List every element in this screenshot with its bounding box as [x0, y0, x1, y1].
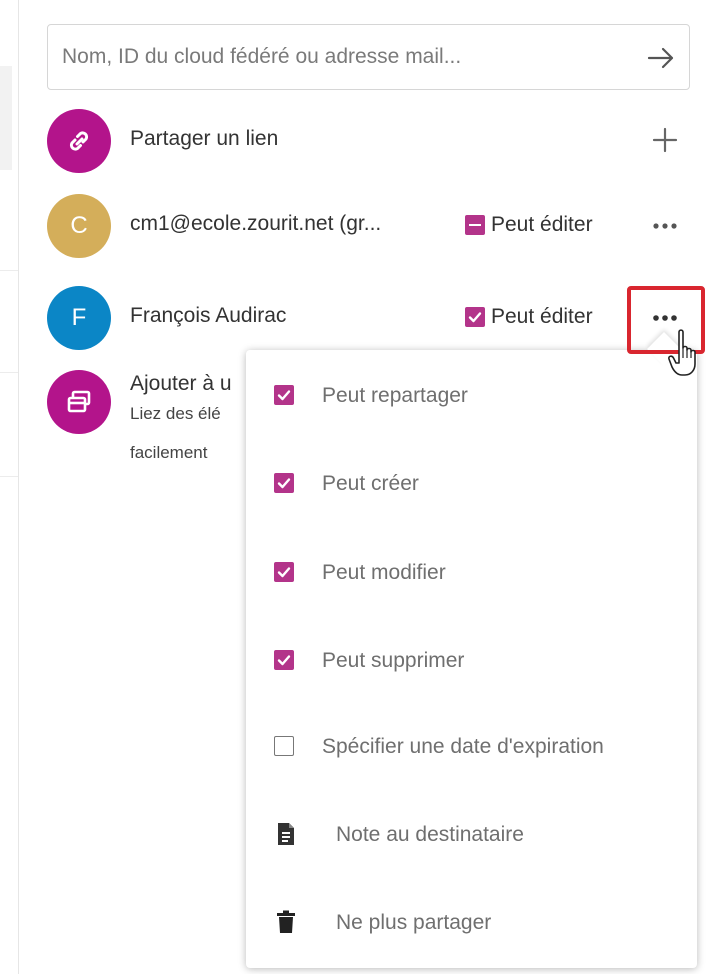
menu-item-can-reshare[interactable]: Peut repartager	[246, 366, 697, 426]
avatar: F	[47, 286, 111, 350]
collection-description: facilement	[130, 443, 208, 462]
permission-label: Peut éditer	[491, 213, 593, 236]
menu-item-label: Peut repartager	[322, 384, 468, 407]
permission-label: Peut éditer	[491, 305, 593, 328]
share-row-user: F François Audirac Peut éditer	[47, 286, 697, 356]
menu-item-unshare[interactable]: Ne plus partager	[246, 893, 697, 953]
avatar	[47, 109, 111, 173]
more-icon[interactable]	[647, 304, 683, 332]
checked-checkbox[interactable]	[274, 385, 294, 405]
avatar-letter: C	[70, 212, 88, 239]
menu-item-label: Note au destinataire	[336, 823, 524, 846]
avatar-letter: F	[71, 304, 87, 331]
trash-icon	[277, 910, 295, 933]
checked-checkbox[interactable]	[274, 473, 294, 493]
more-icon[interactable]	[647, 212, 683, 240]
menu-item-label: Peut modifier	[322, 561, 446, 584]
menu-item-can-create[interactable]: Peut créer	[246, 454, 697, 514]
avatar: C	[47, 194, 111, 258]
checked-checkbox[interactable]	[465, 307, 485, 327]
share-search-box	[47, 24, 690, 90]
share-search-input[interactable]	[62, 25, 622, 89]
arrow-right-icon[interactable]	[645, 42, 677, 74]
left-panel-border	[18, 0, 19, 974]
checked-checkbox[interactable]	[274, 650, 294, 670]
avatar	[47, 370, 111, 434]
can-edit-toggle[interactable]: Peut éditer	[465, 304, 593, 330]
left-panel-selection	[0, 66, 12, 170]
link-icon	[69, 131, 89, 151]
menu-item-label: Peut supprimer	[322, 649, 465, 672]
collection-title: Ajouter à u	[130, 372, 232, 395]
share-recipient-name: François Audirac	[130, 304, 287, 327]
plus-icon[interactable]	[650, 125, 680, 155]
share-recipient-name: cm1@ecole.zourit.net (gr...	[130, 212, 382, 235]
note-icon	[278, 823, 294, 845]
share-link-row[interactable]: Partager un lien	[47, 109, 697, 179]
left-panel-divider	[0, 372, 18, 373]
menu-item-label: Peut créer	[322, 472, 419, 495]
menu-item-expiration-date[interactable]: Spécifier une date d'expiration	[246, 717, 697, 777]
share-row-group: C cm1@ecole.zourit.net (gr... Peut édite…	[47, 194, 697, 264]
menu-item-label: Ne plus partager	[336, 911, 492, 934]
unchecked-checkbox[interactable]	[274, 736, 294, 756]
menu-item-note-to-recipient[interactable]: Note au destinataire	[246, 805, 697, 865]
share-link-label: Partager un lien	[130, 127, 279, 150]
left-panel-divider	[0, 270, 18, 271]
can-edit-toggle[interactable]: Peut éditer	[465, 212, 593, 238]
indeterminate-checkbox[interactable]	[465, 215, 485, 235]
left-panel-divider	[0, 476, 18, 477]
collection-icon	[67, 390, 91, 413]
checked-checkbox[interactable]	[274, 562, 294, 582]
collection-description: Liez des élé	[130, 404, 221, 423]
menu-item-label: Spécifier une date d'expiration	[322, 735, 604, 758]
menu-item-can-modify[interactable]: Peut modifier	[246, 543, 697, 603]
share-options-menu: Peut repartager Peut créer Peut modifier…	[246, 350, 697, 968]
menu-item-can-delete[interactable]: Peut supprimer	[246, 631, 697, 691]
